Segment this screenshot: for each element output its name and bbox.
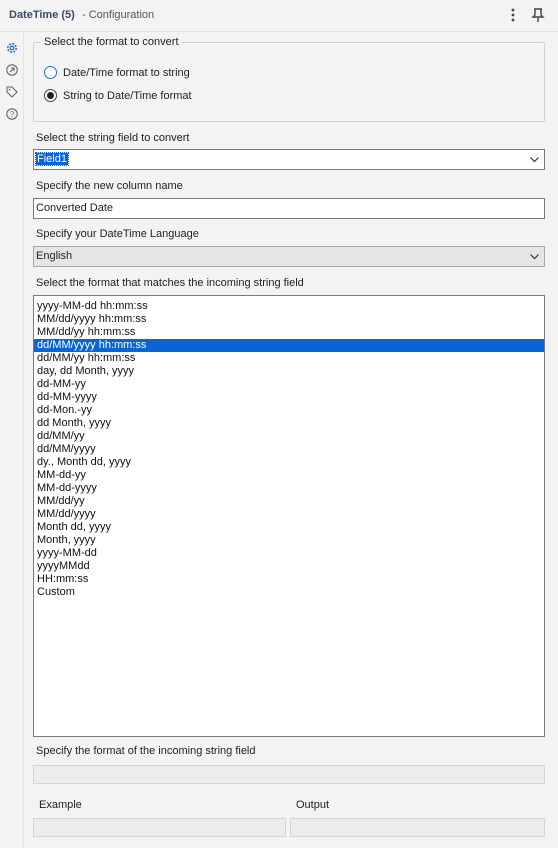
field-select-value: Field1 <box>35 152 69 166</box>
list-item-selected[interactable]: dd/MM/yyyy hh:mm:ss <box>34 339 544 352</box>
more-options-icon[interactable] <box>505 7 521 23</box>
window-subtitle: - Configuration <box>82 9 155 21</box>
list-item[interactable]: dd-MM-yyyy <box>34 391 544 404</box>
list-item[interactable]: Custom <box>34 586 544 599</box>
chevron-down-icon[interactable] <box>529 154 540 165</box>
radio-button-checked[interactable] <box>44 89 57 102</box>
example-field <box>33 818 286 837</box>
radio-string-to-datetime[interactable]: String to Date/Time format <box>44 89 192 102</box>
list-item[interactable]: yyyy-MM-dd hh:mm:ss <box>34 300 544 313</box>
radio-label: String to Date/Time format <box>63 89 192 102</box>
language-select[interactable]: English <box>33 246 545 267</box>
title-bar: DateTime (5) - Configuration <box>0 0 558 32</box>
column-name-input[interactable]: Converted Date <box>33 198 545 219</box>
output-field <box>290 818 545 837</box>
format-listbox[interactable]: yyyy-MM-dd hh:mm:ss MM/dd/yyyy hh:mm:ss MM… <box>33 295 545 737</box>
pin-icon[interactable] <box>530 7 546 23</box>
field-select-label: Select the string field to convert <box>36 132 190 144</box>
list-item[interactable]: MM-dd-yyyy <box>34 482 544 495</box>
configuration-panel: Select the format to convert Date/Time f… <box>25 33 558 848</box>
list-item[interactable]: dd/MM/yy <box>34 430 544 443</box>
list-item[interactable]: MM/dd/yyyy <box>34 508 544 521</box>
list-item[interactable]: day, dd Month, yyyy <box>34 365 544 378</box>
list-item[interactable]: dd-MM-yy <box>34 378 544 391</box>
list-item[interactable]: dd/MM/yyyy <box>34 443 544 456</box>
output-label: Output <box>296 799 330 811</box>
list-item[interactable]: MM-dd-yy <box>34 469 544 482</box>
incoming-format-label: Specify the format of the incoming strin… <box>36 745 256 757</box>
format-group-legend: Select the format to convert <box>41 36 182 48</box>
radio-datetime-to-string[interactable]: Date/Time format to string <box>44 66 190 79</box>
list-item[interactable]: MM/dd/yy <box>34 495 544 508</box>
window-title: DateTime (5) <box>9 9 75 21</box>
list-item[interactable]: Month, yyyy <box>34 534 544 547</box>
svg-text:?: ? <box>10 110 15 119</box>
column-name-value: Converted Date <box>36 202 114 214</box>
list-item[interactable]: MM/dd/yy hh:mm:ss <box>34 326 544 339</box>
arrow-circle-icon[interactable] <box>5 63 19 77</box>
chevron-down-icon[interactable] <box>529 251 540 262</box>
language-label: Specify your DateTime Language <box>36 228 199 240</box>
format-group: Select the format to convert Date/Time f… <box>33 36 545 122</box>
list-item[interactable]: dd Month, yyyy <box>34 417 544 430</box>
radio-label: Date/Time format to string <box>63 66 190 79</box>
list-item[interactable]: MM/dd/yyyy hh:mm:ss <box>34 313 544 326</box>
column-name-label: Specify the new column name <box>36 180 183 192</box>
tag-icon[interactable] <box>5 85 19 99</box>
incoming-format-input[interactable] <box>33 765 545 784</box>
side-rail: ? <box>0 33 24 848</box>
list-item[interactable]: dy., Month dd, yyyy <box>34 456 544 469</box>
language-value: English <box>36 250 73 262</box>
list-item[interactable]: dd-Mon.-yy <box>34 404 544 417</box>
list-item[interactable]: yyyyMMdd <box>34 560 544 573</box>
help-icon[interactable]: ? <box>5 107 19 121</box>
field-select[interactable]: Field1 <box>33 149 545 170</box>
format-list-label: Select the format that matches the incom… <box>36 277 304 289</box>
radio-button[interactable] <box>44 66 57 79</box>
list-item[interactable]: dd/MM/yy hh:mm:ss <box>34 352 544 365</box>
gear-icon[interactable] <box>5 41 19 55</box>
list-item[interactable]: yyyy-MM-dd <box>34 547 544 560</box>
example-label: Example <box>39 799 82 811</box>
list-item[interactable]: Month dd, yyyy <box>34 521 544 534</box>
list-item[interactable]: HH:mm:ss <box>34 573 544 586</box>
